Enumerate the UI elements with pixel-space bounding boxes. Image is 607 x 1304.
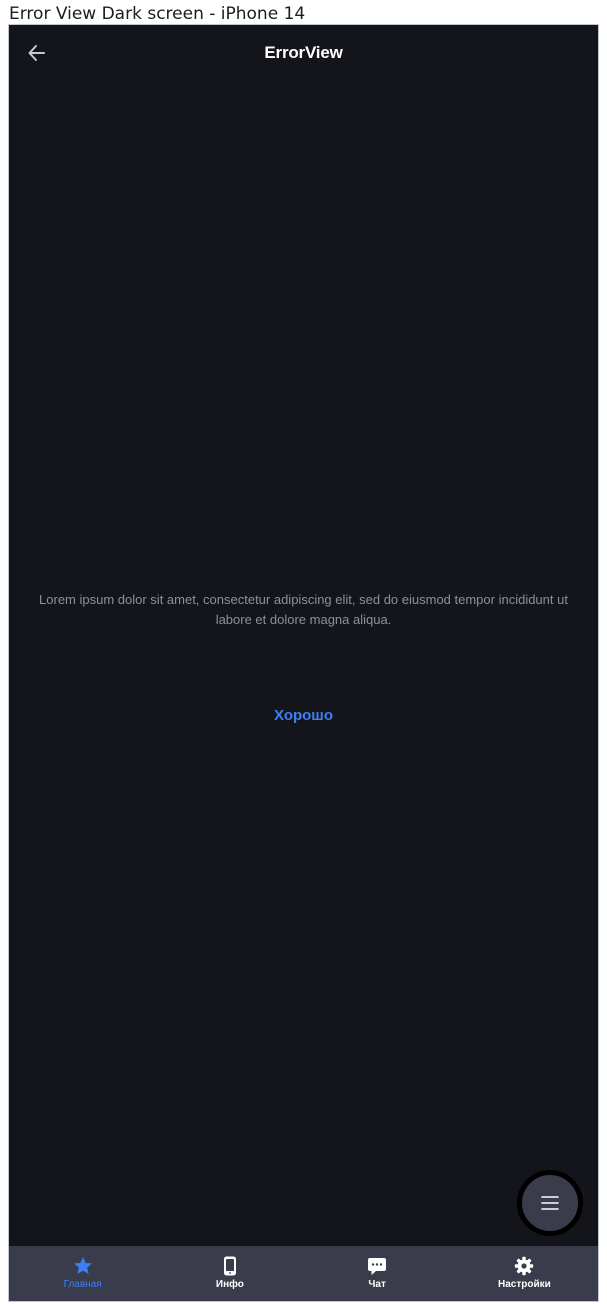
chat-icon <box>368 1257 387 1275</box>
tab-home[interactable]: Главная <box>9 1246 156 1301</box>
menu-icon <box>541 1196 559 1210</box>
tab-home-label: Главная <box>63 1279 102 1290</box>
phone-icon <box>223 1256 236 1276</box>
navigation-bar: ErrorView <box>9 25 598 83</box>
tab-chat[interactable]: Чат <box>304 1246 451 1301</box>
ok-button[interactable]: Хорошо <box>9 707 598 724</box>
phone-screen: ErrorView Lorem ipsum dolor sit amet, co… <box>8 24 599 1302</box>
star-icon <box>73 1257 92 1274</box>
tab-info[interactable]: Инфо <box>156 1246 303 1301</box>
tab-bar: Главная Инфо Чат Настройки <box>9 1246 598 1301</box>
menu-fab-button[interactable] <box>517 1170 583 1236</box>
frame-title: Error View Dark screen - iPhone 14 <box>9 4 306 24</box>
tab-settings-label: Настройки <box>497 1279 551 1290</box>
tab-settings[interactable]: Настройки <box>451 1246 598 1301</box>
gear-icon <box>515 1256 534 1276</box>
tab-info-label: Инфо <box>215 1279 244 1290</box>
page-title: ErrorView <box>264 43 343 62</box>
tab-chat-label: Чат <box>368 1279 386 1290</box>
error-message: Lorem ipsum dolor sit amet, consectetur … <box>39 592 568 627</box>
